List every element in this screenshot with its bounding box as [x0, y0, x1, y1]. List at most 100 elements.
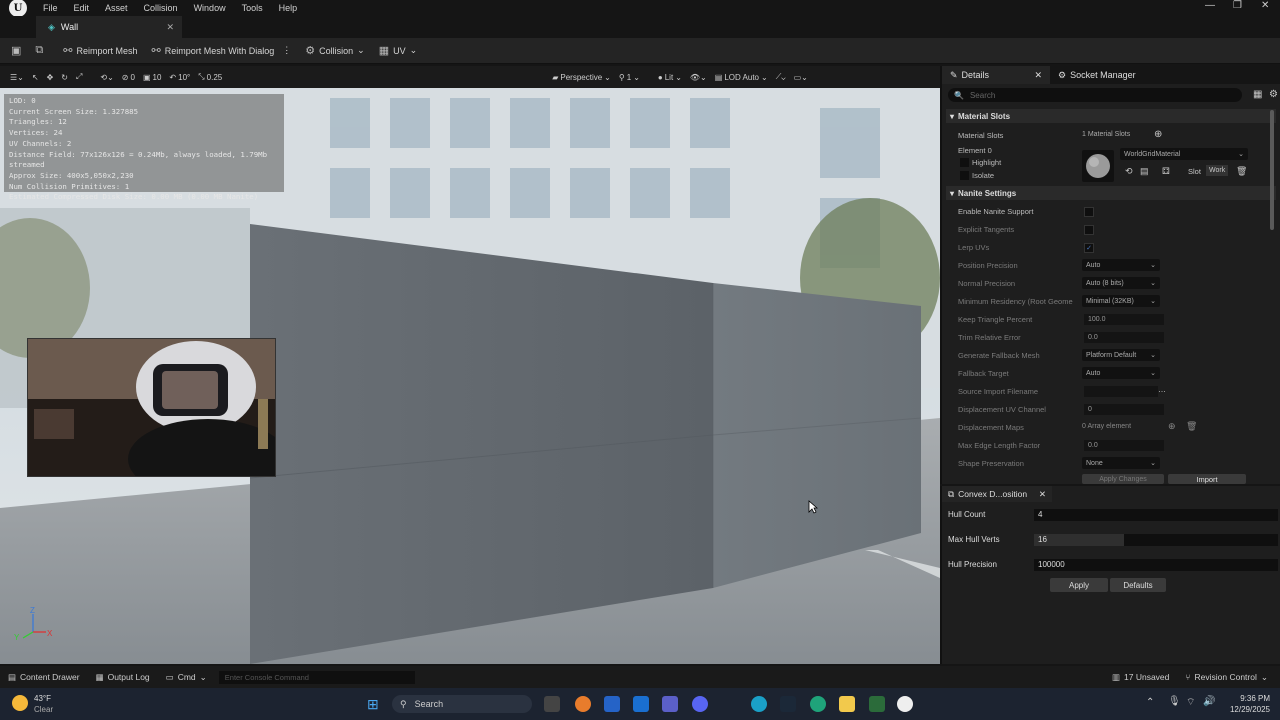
- discord-icon[interactable]: [692, 696, 708, 712]
- shape-preservation-dropdown[interactable]: None ⌄: [1082, 457, 1160, 469]
- enable-nanite-checkbox[interactable]: [1084, 207, 1094, 217]
- volume-icon[interactable]: 🔊: [1203, 696, 1215, 707]
- layout-toggle[interactable]: ▭⌄: [794, 73, 808, 82]
- clock-date[interactable]: 12/29/2025: [1224, 705, 1270, 714]
- highlight-checkbox[interactable]: [960, 158, 969, 167]
- tab-socket-manager[interactable]: ⚙ Socket Manager: [1050, 66, 1144, 84]
- displacement-uv-input[interactable]: 0: [1084, 404, 1164, 415]
- clock-time[interactable]: 9:36 PM: [1224, 694, 1270, 703]
- slot-name-input[interactable]: Work: [1206, 165, 1228, 176]
- close-tab-icon[interactable]: ✕: [1039, 489, 1046, 500]
- menu-asset[interactable]: Asset: [97, 3, 136, 13]
- hull-precision-input[interactable]: 100000: [1034, 559, 1278, 571]
- normal-precision-dropdown[interactable]: Auto (8 bits) ⌄: [1082, 277, 1160, 289]
- chatgpt-icon[interactable]: [810, 696, 826, 712]
- menu-collision[interactable]: Collision: [136, 3, 186, 13]
- reimport-mesh-button[interactable]: ⚯ Reimport Mesh: [56, 38, 144, 63]
- generate-fallback-dropdown[interactable]: Platform Default ⌄: [1082, 349, 1160, 361]
- task-view-icon[interactable]: [544, 696, 560, 712]
- browse-material-icon[interactable]: ⟲: [1125, 166, 1133, 177]
- app-icon[interactable]: [869, 696, 885, 712]
- add-slot-icon[interactable]: ⊕: [1154, 129, 1162, 140]
- material-thumbnail[interactable]: [1082, 150, 1114, 182]
- lit-dropdown[interactable]: ● Lit ⌄: [658, 73, 682, 82]
- unreal-taskbar-icon[interactable]: [897, 696, 913, 712]
- viewport[interactable]: ☰⌄ ↖ ✥ ↻ ⤢ ⟲⌄ ⊘ 0 ▣ 10 ↶ 10° ⤡ 0.25 ▰ Pe…: [0, 66, 940, 664]
- content-drawer-button[interactable]: ▤ Content Drawer: [0, 666, 88, 688]
- translate-tool-icon[interactable]: ✥: [47, 73, 54, 82]
- coordinate-space-icon[interactable]: ⟲⌄: [100, 73, 113, 82]
- section-nanite-settings[interactable]: ▾ Nanite Settings: [946, 186, 1276, 200]
- trim-error-input[interactable]: 0.0: [1084, 332, 1164, 343]
- store-icon[interactable]: [604, 696, 620, 712]
- keep-triangle-input[interactable]: 100.0: [1084, 314, 1164, 325]
- teams-icon[interactable]: [662, 696, 678, 712]
- source-import-input[interactable]: [1084, 386, 1158, 397]
- microphone-icon[interactable]: 🎙: [1168, 696, 1181, 707]
- more-options-icon[interactable]: ⋮: [282, 45, 291, 56]
- import-button[interactable]: Import: [1168, 474, 1246, 484]
- trash-icon[interactable]: 🗑: [1236, 166, 1247, 177]
- output-log-button[interactable]: ▦ Output Log: [88, 666, 158, 688]
- fallback-target-dropdown[interactable]: Auto ⌄: [1082, 367, 1160, 379]
- perspective-dropdown[interactable]: ▰ Perspective ⌄: [552, 73, 611, 82]
- defaults-button[interactable]: Defaults: [1110, 578, 1166, 592]
- viewport-menu-button[interactable]: ☰⌄: [10, 73, 24, 82]
- copilot-icon[interactable]: [575, 696, 591, 712]
- close-tab-icon[interactable]: ✕: [1034, 70, 1042, 81]
- tab-wall[interactable]: ◈ Wall ✕: [36, 16, 182, 38]
- close-tab-icon[interactable]: ✕: [166, 22, 174, 33]
- material-dropdown[interactable]: WorldGridMaterial ⌄: [1120, 148, 1248, 160]
- cmd-dropdown[interactable]: ▭ Cmd ⌄: [158, 666, 215, 688]
- taskbar-search[interactable]: ⚲ Search: [392, 695, 532, 713]
- grid-snap[interactable]: ▣ 10: [143, 73, 161, 82]
- fov-dropdown[interactable]: ⚲ 1 ⌄: [619, 73, 640, 82]
- isolate-checkbox[interactable]: [960, 171, 969, 180]
- minimum-residency-dropdown[interactable]: Minimal (32KB) ⌄: [1082, 295, 1160, 307]
- trash-icon[interactable]: 🗑: [1186, 421, 1197, 432]
- apply-changes-button[interactable]: Apply Changes: [1082, 474, 1164, 484]
- table-view-icon[interactable]: ▦: [1253, 89, 1262, 100]
- menu-file[interactable]: File: [35, 3, 66, 13]
- menu-help[interactable]: Help: [271, 3, 306, 13]
- uv-dropdown[interactable]: ▦ UV ⌄: [372, 38, 424, 63]
- file-explorer-icon[interactable]: [839, 696, 855, 712]
- maximize-button[interactable]: ❐: [1233, 0, 1242, 11]
- scale-tool-icon[interactable]: ⤢: [76, 72, 82, 82]
- lerp-uvs-checkbox[interactable]: ✓: [1084, 243, 1094, 253]
- settings-gear-icon[interactable]: ⚙: [1269, 89, 1278, 100]
- show-dropdown[interactable]: 👁⌄: [690, 73, 707, 82]
- max-hull-verts-slider[interactable]: 16: [1034, 534, 1278, 546]
- menu-window[interactable]: Window: [186, 3, 234, 13]
- windows-start-icon[interactable]: ⊞: [367, 696, 379, 713]
- console-input[interactable]: Enter Console Command: [218, 670, 415, 684]
- unsaved-button[interactable]: ▥ 17 Unsaved: [1104, 666, 1177, 688]
- unreal-logo-icon[interactable]: U: [9, 0, 27, 17]
- select-tool-icon[interactable]: ↖: [32, 73, 39, 82]
- wifi-icon[interactable]: ⌔: [1186, 696, 1195, 709]
- tab-details[interactable]: ✎ Details ✕: [942, 66, 1050, 84]
- edge-icon[interactable]: [751, 696, 767, 712]
- steam-icon[interactable]: [780, 696, 796, 712]
- folder-icon[interactable]: ▤: [1140, 166, 1149, 177]
- position-precision-dropdown[interactable]: Auto ⌄: [1082, 259, 1160, 271]
- hull-count-input[interactable]: 4: [1034, 509, 1278, 521]
- search-input[interactable]: Search: [970, 91, 995, 100]
- browse-file-icon[interactable]: …: [1158, 385, 1166, 394]
- collision-dropdown[interactable]: ⚙ Collision ⌄: [298, 38, 371, 63]
- outlook-icon[interactable]: [633, 696, 649, 712]
- details-search[interactable]: 🔍 Search: [948, 88, 1242, 102]
- revision-control-button[interactable]: ⑂ Revision Control ⌄: [1177, 666, 1276, 688]
- section-material-slots[interactable]: ▾ Material Slots: [946, 109, 1276, 123]
- save-button[interactable]: ▣: [0, 38, 28, 63]
- explicit-tangents-checkbox[interactable]: [1084, 225, 1094, 235]
- rotate-tool-icon[interactable]: ↻: [61, 73, 68, 82]
- grid-options-icon[interactable]: ⚃: [1162, 166, 1170, 177]
- menu-edit[interactable]: Edit: [66, 3, 98, 13]
- tab-convex-decomposition[interactable]: ⧉ Convex D...osition ✕: [942, 486, 1052, 502]
- weather-icon[interactable]: [12, 695, 28, 711]
- reimport-dialog-button[interactable]: ⚯ Reimport Mesh With Dialog ⋮: [145, 38, 299, 63]
- apply-button[interactable]: Apply: [1050, 578, 1108, 592]
- menu-tools[interactable]: Tools: [234, 3, 271, 13]
- scale-snap[interactable]: ⤡ 0.25: [198, 72, 222, 82]
